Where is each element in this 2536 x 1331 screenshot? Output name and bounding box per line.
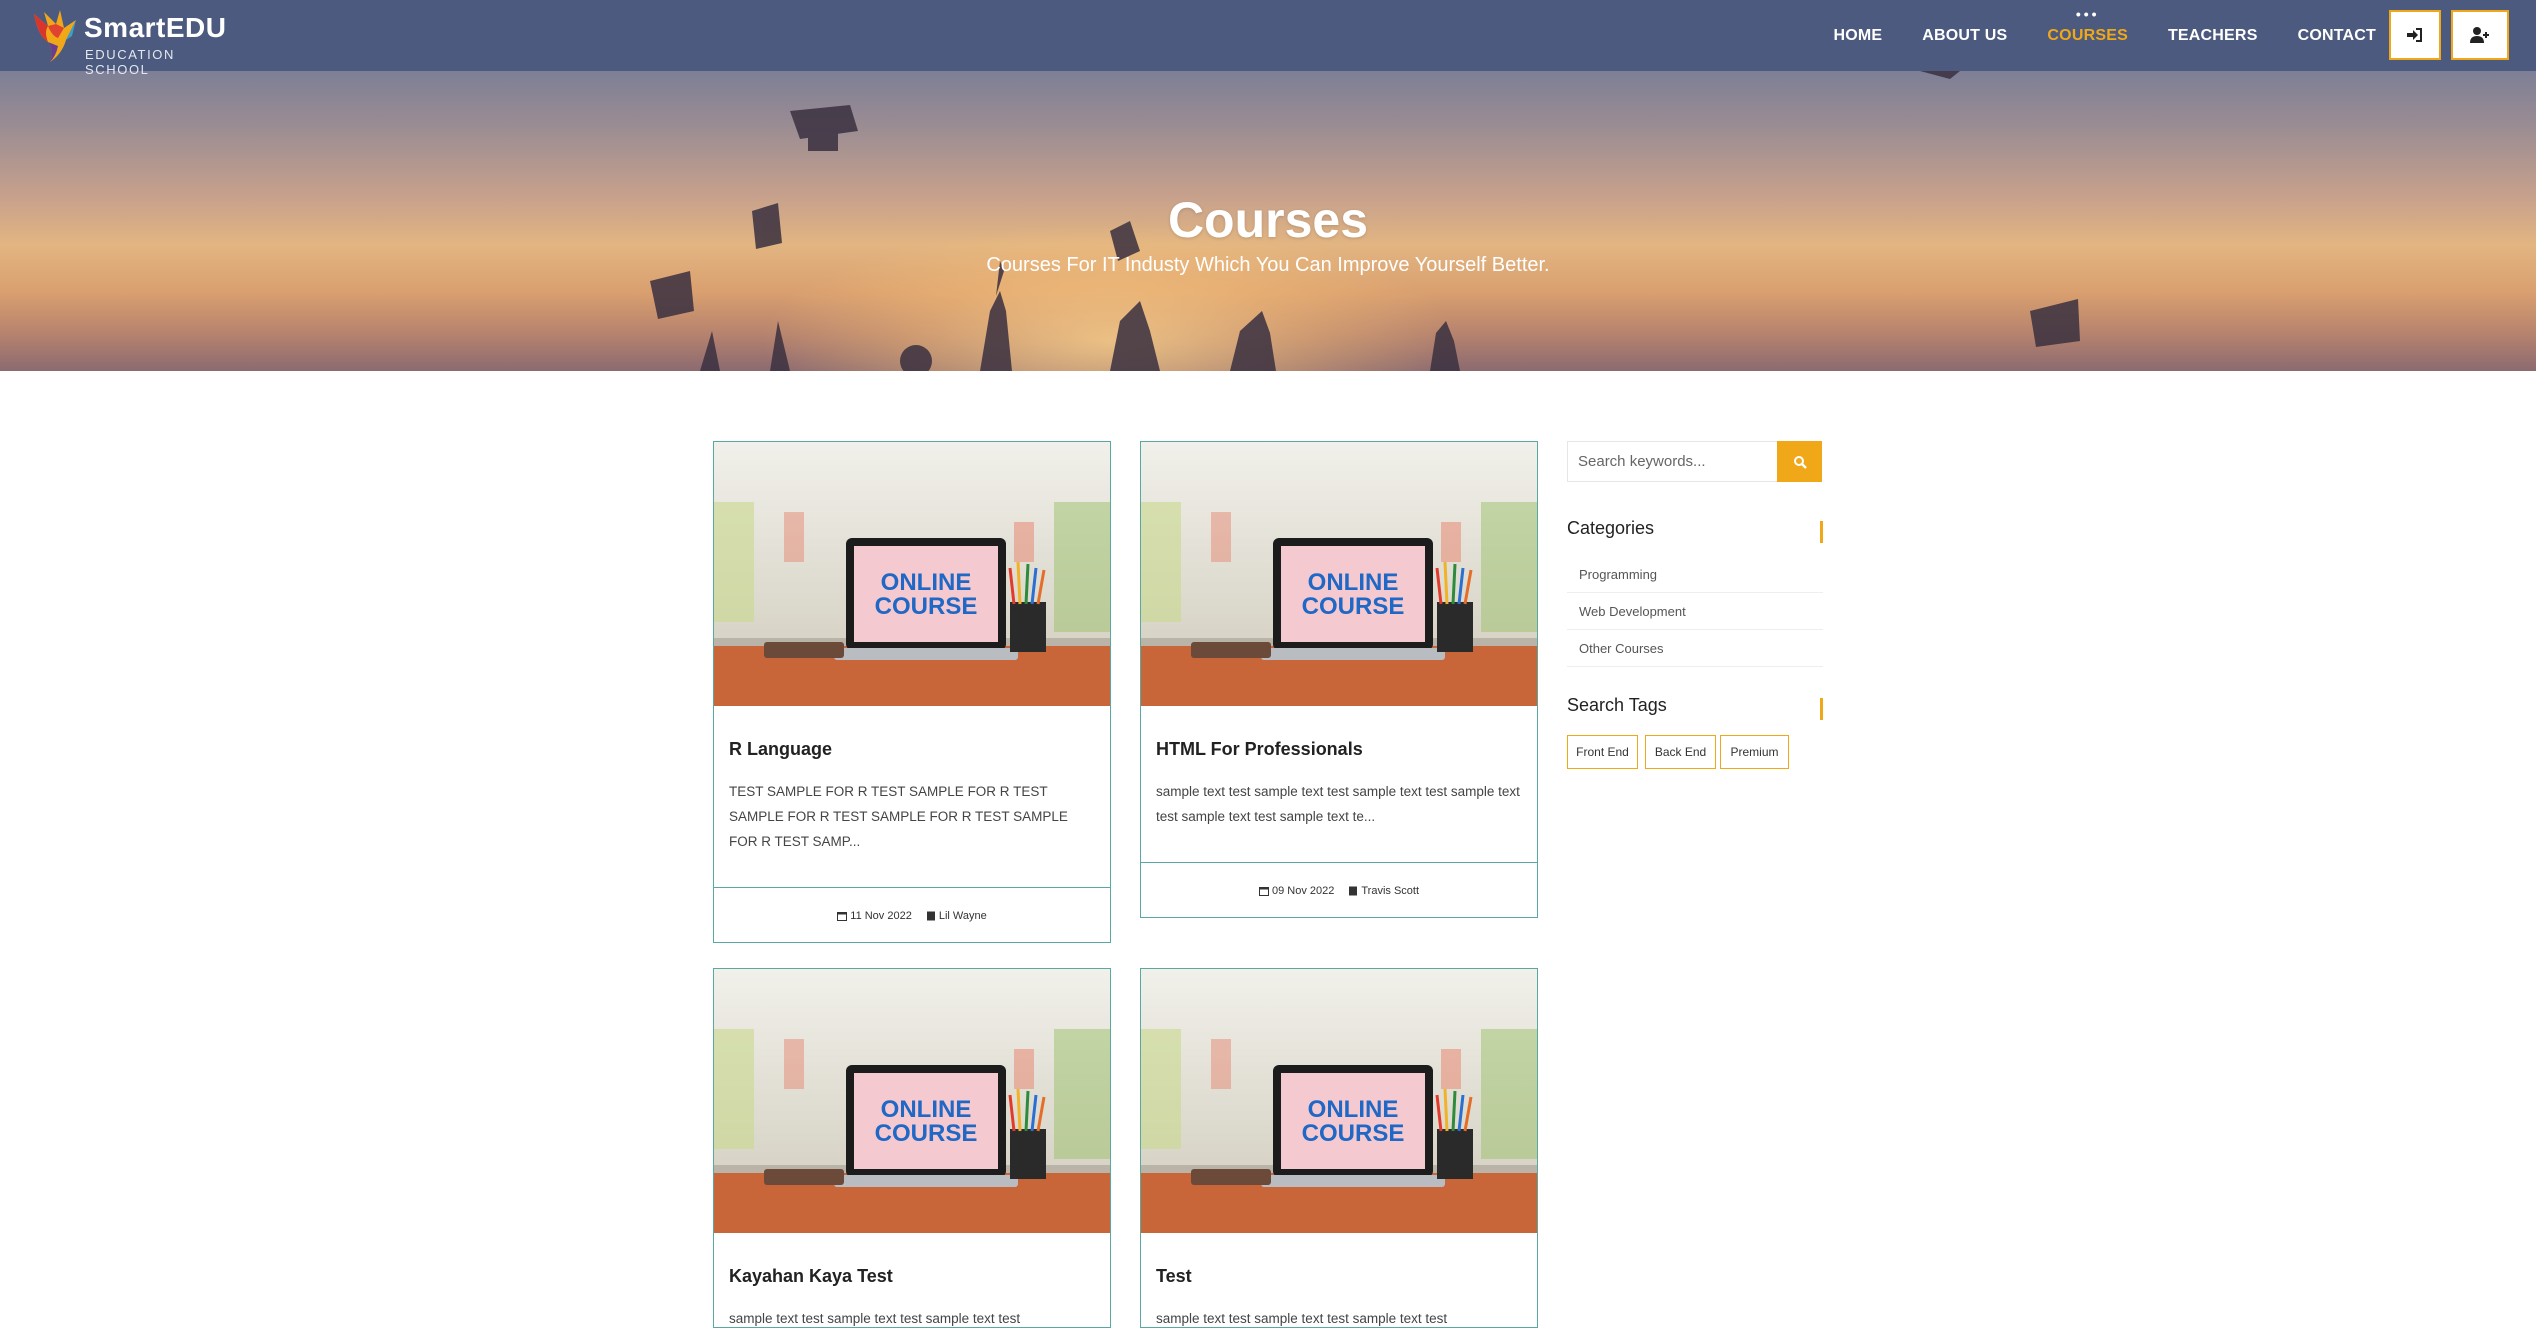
search-icon <box>1793 455 1807 469</box>
nav-teachers[interactable]: TEACHERS <box>2168 27 2258 45</box>
svg-text:COURSE: COURSE <box>875 593 978 620</box>
calendar-icon <box>837 911 848 921</box>
heading-accent-bar <box>1820 698 1823 720</box>
course-title[interactable]: Test <box>1156 1266 1192 1287</box>
svg-text:ONLINE: ONLINE <box>881 1096 972 1123</box>
course-thumbnail[interactable]: ONLINE COURSE <box>1141 442 1537 706</box>
brand-name: SmartEDU <box>84 12 227 43</box>
course-thumbnail[interactable]: ONLINE COURSE <box>714 442 1110 706</box>
top-navbar: SmartEDU EDUCATION SCHOOL HOME ABOUT US … <box>0 0 2536 77</box>
course-thumbnail[interactable]: ONLINE COURSE <box>714 969 1110 1233</box>
nav-contact[interactable]: CONTACT <box>2298 27 2376 45</box>
main-menu: HOME ABOUT US ••• COURSES TEACHERS CONTAC… <box>1793 0 2376 71</box>
search-input[interactable] <box>1567 441 1777 482</box>
online-course-illustration: ONLINE COURSE <box>714 969 1110 1233</box>
course-title[interactable]: Kayahan Kaya Test <box>729 1266 893 1287</box>
search-tags-title: Search Tags <box>1567 695 1667 715</box>
course-meta: 11 Nov 2022 Lil Wayne <box>714 887 1110 943</box>
page-title: Courses <box>1167 192 1369 248</box>
svg-text:ONLINE: ONLINE <box>1308 569 1399 596</box>
course-author: Lil Wayne <box>926 910 987 922</box>
search-tags-heading: Search Tags <box>1567 695 1823 720</box>
book-icon <box>1349 886 1358 895</box>
course-thumbnail[interactable]: ONLINE COURSE <box>1141 969 1537 1233</box>
search-box <box>1567 441 1823 482</box>
heading-accent-bar <box>1820 521 1823 543</box>
sign-in-icon <box>2407 28 2422 42</box>
category-item-other-courses[interactable]: Other Courses <box>1567 630 1823 667</box>
course-excerpt: sample text test sample text test sample… <box>1156 1311 1448 1326</box>
course-excerpt: TEST SAMPLE FOR R TEST SAMPLE FOR R TEST… <box>729 784 1068 849</box>
login-button[interactable] <box>2389 10 2441 60</box>
hero-banner: Courses Courses For IT Industy Which You… <box>0 71 2536 371</box>
search-button[interactable] <box>1777 441 1822 482</box>
category-item-web-development[interactable]: Web Development <box>1567 593 1823 630</box>
course-excerpt: sample text test sample text test sample… <box>729 1311 1021 1326</box>
page-subtitle: Courses For IT Industy Which You Can Imp… <box>986 254 1550 276</box>
tag-back-end[interactable]: Back End <box>1645 735 1716 769</box>
tag-front-end[interactable]: Front End <box>1567 735 1638 769</box>
course-meta: 09 Nov 2022 Travis Scott <box>1141 862 1537 918</box>
svg-text:ONLINE: ONLINE <box>881 569 972 596</box>
course-excerpt: sample text test sample text test sample… <box>1156 784 1520 824</box>
nav-about-us[interactable]: ABOUT US <box>1922 27 2007 45</box>
course-date: 09 Nov 2022 <box>1258 885 1334 897</box>
categories-title: Categories <box>1567 518 1655 538</box>
online-course-illustration: ONLINE COURSE <box>1141 442 1537 706</box>
course-card[interactable]: ONLINE COURSE R Language TEST SAMPLE FOR… <box>713 441 1111 943</box>
user-plus-icon <box>2470 27 2489 43</box>
course-title[interactable]: HTML For Professionals <box>1156 739 1363 760</box>
bird-logo-icon <box>34 10 76 62</box>
online-course-illustration: ONLINE COURSE <box>714 442 1110 706</box>
svg-text:COURSE: COURSE <box>1302 1120 1405 1147</box>
svg-text:COURSE: COURSE <box>875 1120 978 1147</box>
tag-premium[interactable]: Premium <box>1720 735 1789 769</box>
course-card[interactable]: ONLINE COURSE Test sample text test samp… <box>1140 968 1538 1328</box>
course-author: Travis Scott <box>1348 885 1419 897</box>
course-card[interactable]: ONLINE COURSE HTML For Professionals sam… <box>1140 441 1538 918</box>
course-date: 11 Nov 2022 <box>837 910 912 922</box>
svg-text:COURSE: COURSE <box>1302 593 1405 620</box>
brand-tagline: EDUCATION SCHOOL <box>85 47 175 77</box>
categories-heading: Categories <box>1567 518 1823 543</box>
svg-text:ONLINE: ONLINE <box>1308 1096 1399 1123</box>
register-button[interactable] <box>2451 10 2509 60</box>
active-indicator-dots: ••• <box>2075 5 2100 22</box>
course-card[interactable]: ONLINE COURSE Kayahan Kaya Test sample t… <box>713 968 1111 1328</box>
online-course-illustration: ONLINE COURSE <box>1141 969 1537 1233</box>
calendar-icon <box>1258 886 1269 896</box>
book-icon <box>926 911 935 920</box>
category-item-programming[interactable]: Programming <box>1567 556 1823 593</box>
course-title[interactable]: R Language <box>729 739 832 760</box>
nav-courses-label: COURSES <box>2047 26 2128 44</box>
brand-logo[interactable]: SmartEDU EDUCATION SCHOOL <box>26 6 236 77</box>
nav-home[interactable]: HOME <box>1833 27 1882 45</box>
nav-courses[interactable]: ••• COURSES <box>2047 7 2128 45</box>
